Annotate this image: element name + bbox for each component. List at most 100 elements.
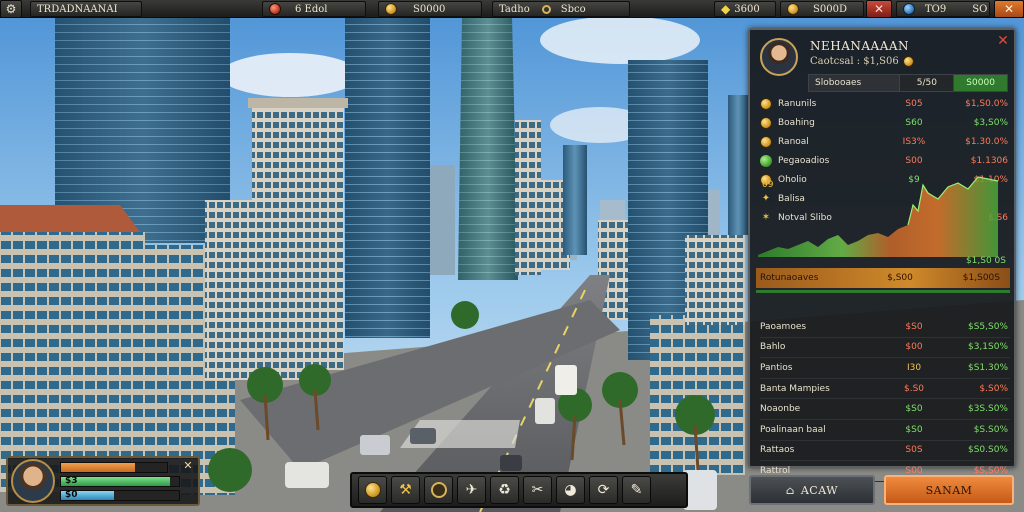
leaf-icon (760, 154, 772, 167)
buy-button[interactable]: ⌂ ACAW (749, 475, 875, 505)
table-row[interactable]: Poalinaan baal $S0 $S.S0% (760, 420, 1010, 441)
price-area (758, 177, 998, 257)
city-name-field: TRDADNAANAI (30, 1, 142, 17)
panel-tabs: Slobooaes 5/50 S0000 (808, 74, 1008, 92)
coin-icon (760, 97, 772, 110)
recycle-button[interactable]: ♻ (490, 476, 519, 504)
sell-button[interactable]: SANAM (884, 475, 1014, 505)
coin-icon (364, 482, 381, 498)
stock-value: $S0.S0% (967, 445, 1008, 456)
build-button[interactable]: ⚒ (391, 476, 420, 504)
gold-value: S0000 (413, 3, 446, 15)
stock-name: Paoamoes (760, 321, 807, 332)
stat-bar-mana: $0 (60, 490, 180, 501)
stock-change: S0S (905, 445, 923, 456)
price-chart[interactable]: 09 $1,S0 0S (758, 175, 1010, 265)
stock-row[interactable]: Ranoal IS3% $1.30.0% (760, 132, 1010, 151)
stock-name: Noaonbe (760, 404, 801, 415)
stock-change: $S0 (905, 424, 923, 435)
hammer-icon: ⚒ (399, 482, 412, 498)
coins-value: S000D (813, 3, 847, 15)
stock-row[interactable]: Ranunils S05 $1,S0.0% (760, 94, 1010, 113)
resource-label: Tadho (499, 3, 530, 15)
tools-button[interactable]: ✂ (523, 476, 552, 504)
money-counter[interactable]: 6 Edol (262, 1, 366, 17)
stock-change: IS3% (902, 136, 926, 147)
cycle-button[interactable]: ⟳ (589, 476, 618, 504)
tools-icon: ✂ (531, 482, 544, 498)
pen-icon: ✎ (630, 482, 643, 498)
buy-button-label: ACAW (800, 483, 839, 497)
menu-close-button[interactable]: ✕ (994, 0, 1024, 18)
transport-button[interactable]: ✈ (457, 476, 486, 504)
table-row[interactable]: Paoamoes $S0 $S5,S0% (760, 317, 1010, 338)
table-row[interactable]: Noaonbe $S0 $3S.S0% (760, 399, 1010, 420)
money-value: 6 Edol (295, 3, 328, 15)
player-card-close-button[interactable]: ✕ (182, 460, 194, 472)
stock-name: Ranoal (778, 136, 809, 147)
stock-value: $1.30.0% (965, 136, 1008, 147)
alert-button[interactable]: ✕ (866, 0, 892, 18)
table-row[interactable]: Bahlo $00 $3,1S0% (760, 338, 1010, 359)
finance-button[interactable] (424, 476, 453, 504)
city-name: TRDADNAANAI (37, 3, 118, 15)
table-row[interactable]: Pantios I30 $S1.30% (760, 358, 1010, 379)
player-avatar[interactable] (11, 459, 55, 503)
highlighted-stock-row[interactable]: Rotunaoaves $,S00 $1,S00S (756, 268, 1010, 288)
stock-name: Banta Mampies (760, 383, 830, 394)
panel-close-button[interactable]: ✕ (995, 33, 1011, 49)
stat-label: $0 (65, 490, 78, 500)
trading-panel: ✕ NEHANAAAAN Caotcsal : $1,S06 Slobooaes… (748, 28, 1016, 482)
stock-name: Bahlo (760, 342, 786, 353)
stock-name: Rotunaoaves (760, 273, 819, 283)
stock-value: $3,1S0% (967, 342, 1008, 353)
coin-icon (902, 56, 914, 67)
stat-label: $3 (65, 476, 78, 486)
coin-icon (787, 3, 799, 15)
economy-button[interactable] (358, 476, 387, 504)
tab-total[interactable]: S0000 (954, 75, 1007, 91)
build-toolbar: ⚒ ✈ ♻ ✂ ◕ ⟳ ✎ (350, 472, 688, 508)
stock-value: $.S0% (979, 383, 1008, 394)
stats-button[interactable]: ◕ (556, 476, 585, 504)
stat-bar-health: $3 (60, 476, 180, 487)
table-row[interactable]: Rattaos S0S $S0.S0% (760, 441, 1010, 462)
table-row[interactable]: Banta Mampies $.S0 $.S0% (760, 379, 1010, 400)
stock-change: $S0 (905, 321, 923, 332)
coin-icon (760, 116, 772, 129)
stock-value: $3S.S0% (967, 404, 1008, 415)
stat-fill (61, 463, 136, 472)
stock-value: $S5,S0% (967, 321, 1008, 332)
coins-counter[interactable]: S000D (780, 1, 864, 17)
close-icon: ✕ (183, 459, 193, 472)
gear-coin-icon (430, 482, 447, 498)
gold-counter[interactable]: S0000 (378, 1, 482, 17)
divider (756, 290, 1010, 293)
sell-button-label: SANAM (925, 483, 973, 497)
stock-name: Pantios (760, 362, 793, 373)
stock-change: $.S0 (903, 383, 925, 394)
tab-ratio[interactable]: 5/50 (900, 75, 955, 91)
gems-value: 3600 (734, 3, 760, 15)
stock-value: $1,S00S (962, 273, 1000, 283)
stock-name: Poalinaan baal (760, 424, 826, 435)
ruby-icon (269, 3, 281, 15)
trader-name: NEHANAAAAN (810, 39, 910, 53)
stock-value: $1.1306 (970, 155, 1008, 166)
close-icon: ✕ (997, 33, 1009, 49)
recycle-icon: ♻ (498, 482, 511, 498)
score-counter[interactable]: TO9 SO (896, 1, 990, 17)
tab-stocks[interactable]: Slobooaes (809, 75, 901, 91)
stock-value: $3,S0% (973, 117, 1008, 128)
settings-button[interactable]: ⚙ (0, 0, 22, 18)
stock-row[interactable]: Boahing S60 $3,S0% (760, 113, 1010, 132)
stock-row[interactable]: Pegaoadios S00 $1.1306 (760, 151, 1010, 170)
edit-button[interactable]: ✎ (622, 476, 651, 504)
player-card[interactable]: $3 $0 ✕ (6, 456, 200, 506)
stock-change: $00 (905, 342, 923, 353)
cycle-icon: ⟳ (597, 482, 610, 498)
diamond-icon: ◆ (721, 2, 731, 16)
gems-counter[interactable]: ◆ 3600 (714, 1, 776, 17)
resource-counter[interactable]: Tadho Sbco (492, 1, 630, 17)
close-x-icon: ✕ (873, 2, 885, 16)
